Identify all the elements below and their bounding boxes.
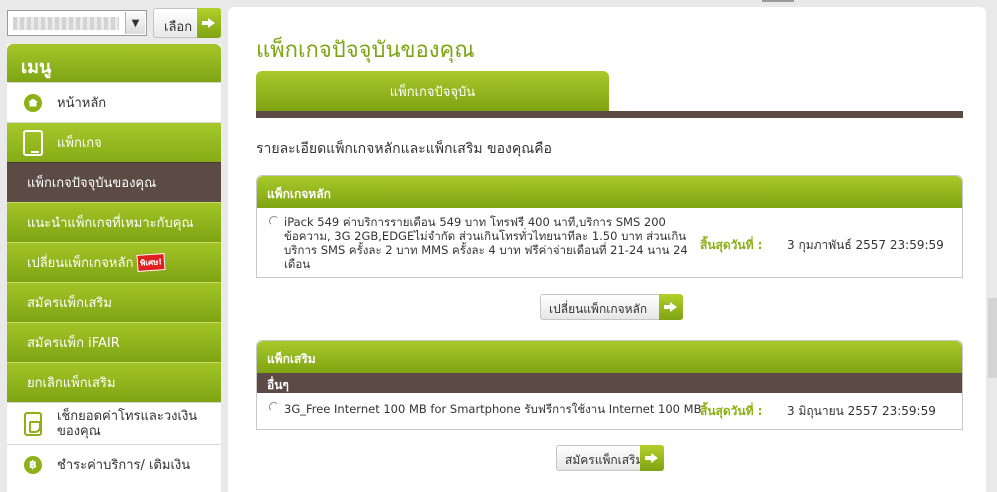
home-icon: [23, 93, 43, 113]
main-package-panel: แพ็กเกจหลัก iPack 549 ค่าบริการรายเดือน …: [256, 175, 963, 278]
number-select-row: ▼ เลือก: [7, 8, 221, 40]
arrow-right-icon: [659, 294, 683, 320]
package-description: รายละเอียดแพ็กเกจหลักและแพ็กเสริม ของคุณ…: [256, 141, 552, 157]
sidebar-item-label: แนะนำแพ็กเกจที่เหมาะกับคุณ: [27, 216, 194, 231]
arrow-right-icon: [197, 8, 221, 38]
sidebar-item-label: เช็กยอดค่าโทรและวงเงินของคุณ: [57, 408, 198, 439]
menu-title: เมนู: [7, 44, 221, 82]
go-button-label: เลือก: [164, 20, 193, 35]
sidebar-item-cancel-addon[interactable]: ยกเลิกแพ็กเสริม: [7, 362, 221, 402]
button-label: สมัครแพ็กเสริม: [565, 453, 644, 467]
addon-subheader: อื่นๆ: [257, 373, 962, 393]
tab-current-package[interactable]: แพ็กเกจปัจจุบัน: [256, 71, 609, 111]
main-package-text: iPack 549 ค่าบริการรายเดือน 549 บาท โทรฟ…: [284, 215, 688, 271]
sidebar-item-package[interactable]: แพ็กเกจ: [7, 122, 221, 162]
baht-icon: ฿: [23, 455, 43, 475]
arrow-right-icon: [640, 445, 664, 471]
sidebar-item-home[interactable]: หน้าหลัก: [7, 82, 221, 122]
chevron-down-icon[interactable]: ▼: [125, 12, 145, 34]
sidebar-item-change-main-package[interactable]: เปลี่ยนแพ็กเกจหลัก พิเศษ!: [7, 242, 221, 282]
special-badge: พิเศษ!: [136, 253, 166, 272]
sidebar-item-label: เปลี่ยนแพ็กเกจหลัก: [27, 256, 134, 271]
main-package-header: แพ็กเกจหลัก: [257, 176, 962, 208]
scrollbar-thumb[interactable]: [988, 298, 997, 378]
change-main-package-button[interactable]: เปลี่ยนแพ็กเกจหลัก: [540, 294, 683, 320]
sidebar-item-current-package[interactable]: แพ็กเกจปัจจุบันของคุณ: [7, 162, 221, 202]
sidebar-item-ifair[interactable]: สมัครแพ็ก iFAIR: [7, 322, 221, 362]
radio-indicator[interactable]: [269, 402, 279, 412]
main-expire-label: สิ้นสุดวันที่ :: [700, 238, 763, 252]
sidebar-item-label: หน้าหลัก: [57, 96, 107, 111]
addon-package-text: 3G_Free Internet 100 MB for Smartphone ร…: [284, 402, 702, 416]
addon-expire-label: สิ้นสุดวันที่ :: [700, 404, 763, 418]
select-go-button[interactable]: เลือก: [153, 8, 221, 38]
sidebar-item-check-balance[interactable]: เช็กยอดค่าโทรและวงเงินของคุณ: [7, 402, 221, 444]
button-label: เปลี่ยนแพ็กเกจหลัก: [549, 302, 648, 316]
sidebar-item-label: สมัครแพ็กเสริม: [27, 296, 112, 311]
left-column: ▼ เลือก เมนู หน้าหลัก แพ็กเกจ แพ็กเกจปัจ…: [0, 0, 224, 492]
tab-divider: [256, 111, 963, 118]
top-edge-dash: [762, 0, 794, 2]
sidebar-menu: เมนู หน้าหลัก แพ็กเกจ แพ็กเกจปัจจุบันของ…: [7, 44, 221, 492]
subscribe-addon-button[interactable]: สมัครแพ็กเสริม: [556, 445, 664, 471]
sidebar-item-label: แพ็กเกจ: [57, 136, 102, 151]
sidebar-item-label: สมัครแพ็ก iFAIR: [27, 336, 120, 351]
main-package-row: iPack 549 ค่าบริการรายเดือน 549 บาท โทรฟ…: [257, 208, 962, 278]
addon-package-panel: แพ็กเสริม อื่นๆ 3G_Free Internet 100 MB …: [256, 340, 963, 430]
phone-bill-icon: [23, 411, 43, 436]
phone-icon: [23, 129, 43, 156]
sidebar-item-recommend-package[interactable]: แนะนำแพ็กเกจที่เหมาะกับคุณ: [7, 202, 221, 242]
page-title: แพ็กเกจปัจจุบันของคุณ: [256, 38, 475, 63]
addon-expire-value: 3 มิถุนายน 2557 23:59:59: [787, 404, 936, 418]
main-content: แพ็กเกจปัจจุบันของคุณ แพ็กเกจปัจจุบัน รา…: [228, 7, 986, 492]
select-value-blurred: [13, 17, 119, 30]
main-expire-value: 3 กุมภาพันธ์ 2557 23:59:59: [787, 238, 944, 252]
radio-indicator[interactable]: [269, 216, 279, 226]
page-scrollbar[interactable]: [988, 0, 997, 492]
sidebar-item-label: แพ็กเกจปัจจุบันของคุณ: [27, 176, 157, 191]
sidebar-item-label: ยกเลิกแพ็กเสริม: [27, 376, 116, 391]
addon-package-row: 3G_Free Internet 100 MB for Smartphone ร…: [257, 393, 962, 429]
sidebar-item-payment[interactable]: ฿ ชำระค่าบริการ/ เติมเงิน: [7, 444, 221, 484]
sidebar-item-label: ชำระค่าบริการ/ เติมเงิน: [57, 458, 191, 473]
addon-package-header: แพ็กเสริม: [257, 341, 962, 373]
sidebar-item-subscribe-addon[interactable]: สมัครแพ็กเสริม: [7, 282, 221, 322]
number-select[interactable]: ▼: [7, 10, 147, 36]
